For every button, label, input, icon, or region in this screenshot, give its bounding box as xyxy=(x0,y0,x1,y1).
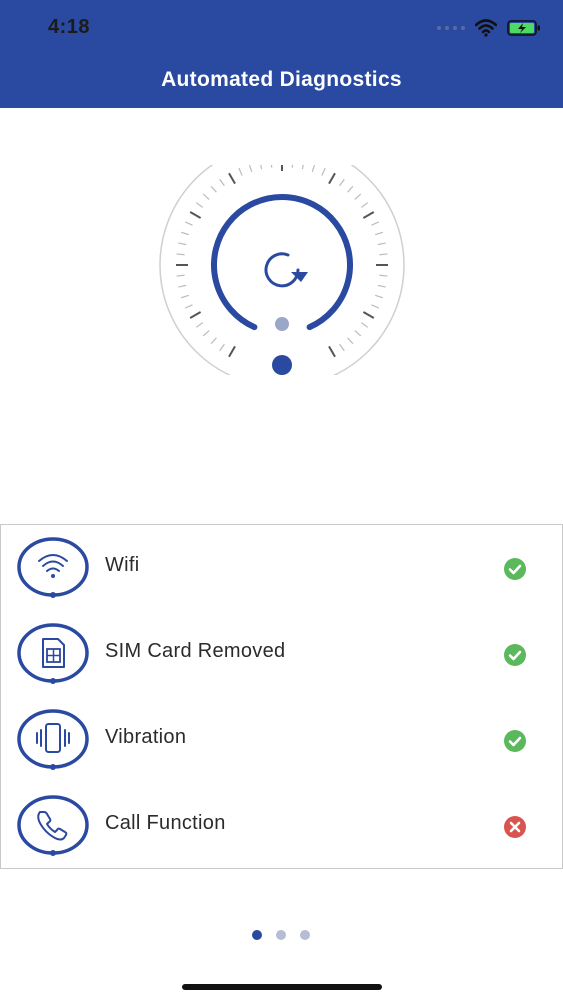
wifi-status-icon xyxy=(475,19,497,37)
dial-outer-knob xyxy=(272,355,292,375)
phone-icon xyxy=(17,795,89,856)
battery-charging-icon xyxy=(507,20,540,36)
list-item-sim-card[interactable]: SIM Card Removed xyxy=(1,611,562,697)
vibration-icon xyxy=(17,709,89,770)
diagnostics-list: Wifi SIM Card Removed Vibration Call Fun… xyxy=(0,524,563,869)
list-item-call-function[interactable]: Call Function xyxy=(1,783,562,869)
check-icon xyxy=(504,558,526,580)
list-item-label: SIM Card Removed xyxy=(105,640,286,662)
sim-card-icon xyxy=(17,623,89,684)
cellular-signal-icon xyxy=(437,26,465,30)
diagnostic-dial xyxy=(158,142,406,388)
app-header: 4:18 Automated Diagnostics xyxy=(0,0,563,108)
list-item-label: Vibration xyxy=(105,726,187,748)
list-item-wifi[interactable]: Wifi xyxy=(1,525,562,611)
check-icon xyxy=(504,644,526,666)
status-icons xyxy=(437,16,541,40)
list-item-label: Call Function xyxy=(105,812,226,834)
page-title: Automated Diagnostics xyxy=(161,68,402,91)
list-item-label: Wifi xyxy=(105,554,140,576)
dial-inner-knob xyxy=(275,317,289,331)
status-time: 4:18 xyxy=(48,16,91,38)
page-dot-3[interactable] xyxy=(300,930,310,940)
check-icon xyxy=(504,730,526,752)
error-icon xyxy=(504,816,526,838)
list-item-vibration[interactable]: Vibration xyxy=(1,697,562,783)
home-indicator[interactable] xyxy=(182,984,382,990)
wifi-icon xyxy=(17,537,89,598)
page-dot-1[interactable] xyxy=(252,930,262,940)
page-indicator[interactable] xyxy=(252,930,310,940)
page-dot-2[interactable] xyxy=(276,930,286,940)
